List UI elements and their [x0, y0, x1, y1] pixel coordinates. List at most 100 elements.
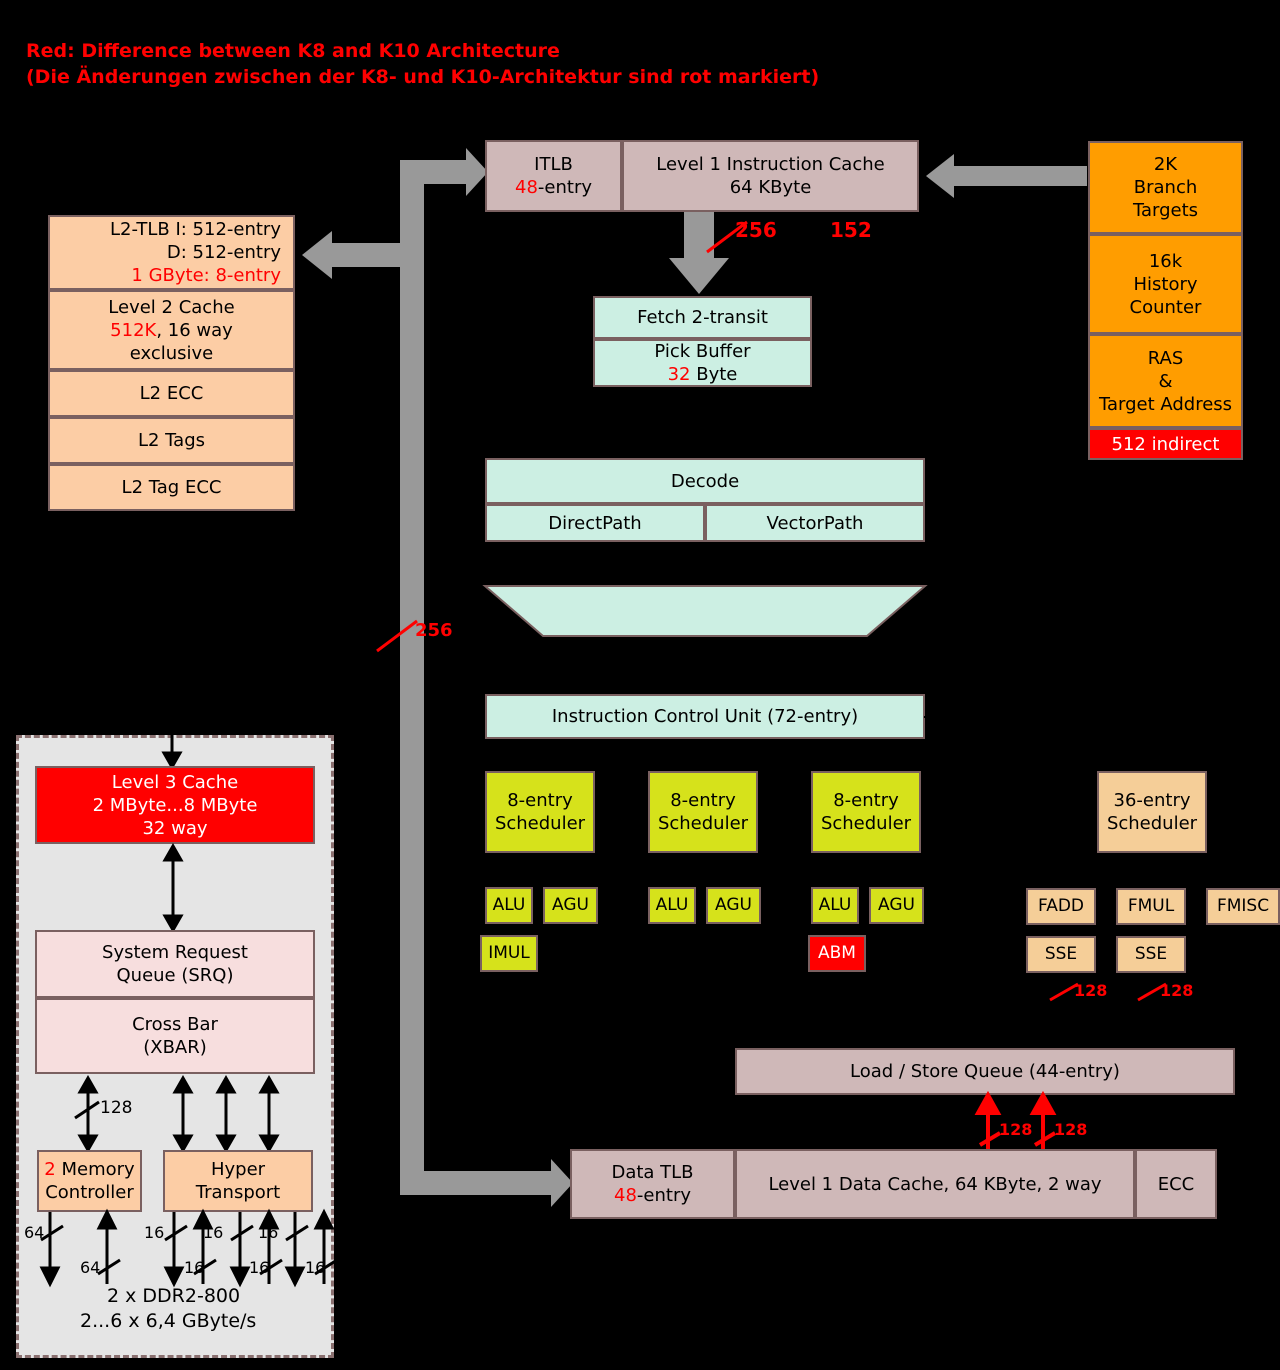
fpu-unit-fadd[interactable]: FADD: [1026, 888, 1096, 925]
l1-data-cache-block[interactable]: Level 1 Data Cache, 64 KByte, 2 way: [735, 1149, 1135, 1219]
int-scheduler-1[interactable]: 8-entry Scheduler: [485, 771, 595, 853]
bus-branch-to-icache-segment: [952, 166, 1087, 186]
int-unit-agu-1[interactable]: AGU: [543, 887, 598, 924]
int-unit-agu-3[interactable]: AGU: [869, 887, 924, 924]
ht-width-16-e: 16: [249, 1258, 270, 1277]
branch-targets-block[interactable]: 2K Branch Targets: [1088, 141, 1243, 234]
data-tlb-entries: 48-entry: [614, 1185, 691, 1206]
l2-cache-exclusive: exclusive: [129, 342, 214, 364]
icu-to-fpu-arrows: [1100, 718, 1200, 774]
l2-tlb-line1: L2-TLB I: 512-entry: [110, 219, 281, 240]
srq-line1: System Request: [102, 942, 248, 963]
legend-line-1: Red: Difference between K8 and K10 Archi…: [26, 40, 560, 62]
cross-bar-block[interactable]: Cross Bar (XBAR): [35, 998, 315, 1074]
fpu-unit-sse-2[interactable]: SSE: [1116, 936, 1186, 973]
architecture-diagram: Red: Difference between K8 and K10 Archi…: [0, 0, 1280, 1370]
load-store-queue[interactable]: Load / Store Queue (44-entry): [735, 1048, 1235, 1095]
fpu-scheduler[interactable]: 36-entry Scheduler: [1097, 771, 1207, 853]
ht-width-16-a: 16: [144, 1223, 165, 1242]
ht-width-16-d: 16: [184, 1258, 205, 1277]
l2-tlb-line2: D: 512-entry: [166, 242, 281, 263]
alu3-to-abm-line: [834, 924, 836, 935]
history-counter-line2: History: [1133, 273, 1198, 295]
history-counter-block[interactable]: 16k History Counter: [1088, 234, 1243, 334]
l2-cache-size: 512K, 16 way: [110, 319, 233, 341]
data-tlb-title: Data TLB: [611, 1162, 694, 1183]
ht-width-16-b: 16: [203, 1223, 224, 1242]
bus-width-256-left-label: 256: [415, 620, 453, 641]
l3-line3: 32 way: [142, 817, 208, 839]
decode-block[interactable]: Decode: [485, 458, 925, 504]
int-scheduler-2-line2: Scheduler: [657, 813, 749, 834]
ras-line2: &: [1158, 370, 1173, 392]
l2-cache-block[interactable]: Level 2 Cache 512K, 16 way exclusive: [48, 290, 295, 370]
legend-line-2: (Die Änderungen zwischen der K8- und K10…: [26, 66, 820, 88]
branch-targets-line2: Branch: [1133, 177, 1198, 198]
l2-tlb-block[interactable]: L2-TLB I: 512-entry D: 512-entry 1 GByte…: [48, 215, 295, 290]
history-counter-line3: Counter: [1129, 296, 1202, 318]
bus-to-l2-segment: [330, 243, 412, 267]
int-unit-agu-2[interactable]: AGU: [706, 887, 761, 924]
l2-tag-ecc-block[interactable]: L2 Tag ECC: [48, 464, 295, 511]
ras-line3: Target Address: [1098, 393, 1233, 415]
memctrl-line1: 2 Memory: [44, 1159, 135, 1180]
int-scheduler-3[interactable]: 8-entry Scheduler: [811, 771, 921, 853]
instruction-control-unit[interactable]: Instruction Control Unit (72-entry): [485, 694, 925, 739]
xbar-ht-arrow-3: [258, 1074, 280, 1154]
branch-targets-line3: Targets: [1132, 200, 1199, 221]
bus-to-l2-arrowhead: [302, 231, 332, 279]
decode-directpath[interactable]: DirectPath: [485, 504, 705, 542]
int-unit-alu-3[interactable]: ALU: [811, 887, 859, 924]
history-counter-line1: 16k: [1148, 250, 1183, 272]
memory-controller-block[interactable]: 2 Memory Controller: [37, 1150, 142, 1212]
int-scheduler-2-arrows: [648, 853, 758, 890]
memctrl-line2: Controller: [45, 1182, 134, 1203]
int-unit-alu-2[interactable]: ALU: [648, 887, 696, 924]
pick-buffer-title: Pick Buffer: [654, 341, 751, 362]
fetch-transit-block[interactable]: Fetch 2-transit: [593, 296, 812, 339]
int-scheduler-2[interactable]: 8-entry Scheduler: [648, 771, 758, 853]
fpu-unit-fmisc[interactable]: FMISC: [1206, 888, 1280, 925]
data-tlb-block[interactable]: Data TLB 48-entry: [570, 1149, 735, 1219]
sse1-width-label: 128: [1074, 981, 1108, 1000]
l2-tlb-line3: 1 GByte: 8-entry: [131, 265, 281, 286]
ht-width-16-f: 16: [305, 1258, 326, 1277]
int-scheduler-1-line2: Scheduler: [494, 813, 586, 834]
indirect-predictor-block[interactable]: 512 indirect: [1088, 428, 1243, 460]
decode-to-funnel-arrows: [485, 542, 925, 589]
dispatch-funnel: [482, 585, 928, 638]
memory-footer-line2: 2...6 x 6,4 GByte/s: [80, 1310, 257, 1332]
system-request-queue-block[interactable]: System Request Queue (SRQ): [35, 930, 315, 998]
branch-targets-line1: 2K: [1153, 154, 1178, 175]
ras-line1: RAS: [1147, 347, 1184, 369]
l3-line1: Level 3 Cache: [111, 771, 239, 793]
memctrl-width-64-b: 64: [80, 1258, 101, 1277]
l1-data-cache-ecc-block[interactable]: ECC: [1135, 1149, 1217, 1219]
fmisc-stem: [1237, 862, 1239, 872]
int-scheduler-2-line1: 8-entry: [670, 790, 736, 811]
l2-tags-block[interactable]: L2 Tags: [48, 417, 295, 464]
fpu-unit-sse-1[interactable]: SSE: [1026, 936, 1096, 973]
fadd-stem: [1060, 862, 1062, 872]
bus-to-l3-arrow: [160, 735, 184, 771]
srq-line2: Queue (SRQ): [116, 965, 234, 986]
fpu-unit-arrows: [1020, 870, 1260, 891]
l2-cache-title: Level 2 Cache: [108, 296, 235, 318]
hypertransport-block[interactable]: Hyper Transport: [163, 1150, 313, 1212]
level-3-cache-block[interactable]: Level 3 Cache 2 MByte...8 MByte 32 way: [35, 766, 315, 844]
decode-vectorpath[interactable]: VectorPath: [705, 504, 925, 542]
pick-buffer-size: 32 Byte: [667, 364, 738, 385]
ras-target-address-block[interactable]: RAS & Target Address: [1088, 334, 1243, 428]
pick-buffer-block[interactable]: Pick Buffer 32 Byte: [593, 339, 812, 387]
l2-ecc-block[interactable]: L2 ECC: [48, 370, 295, 417]
itlb-block[interactable]: ITLB 48-entry: [485, 140, 622, 212]
fpu-unit-fmul[interactable]: FMUL: [1116, 888, 1186, 925]
itlb-title: ITLB: [534, 154, 573, 175]
xbar-ht-arrow-2: [215, 1074, 237, 1154]
l1-icache-line2: 64 KByte: [729, 177, 812, 198]
int-unit-abm[interactable]: ABM: [808, 935, 866, 972]
int-unit-alu-1[interactable]: ALU: [485, 887, 533, 924]
l1-instruction-cache-block[interactable]: Level 1 Instruction Cache 64 KByte: [622, 140, 919, 212]
lsq-width-label-2: 128: [1054, 1120, 1088, 1139]
int-unit-imul[interactable]: IMUL: [480, 935, 538, 972]
